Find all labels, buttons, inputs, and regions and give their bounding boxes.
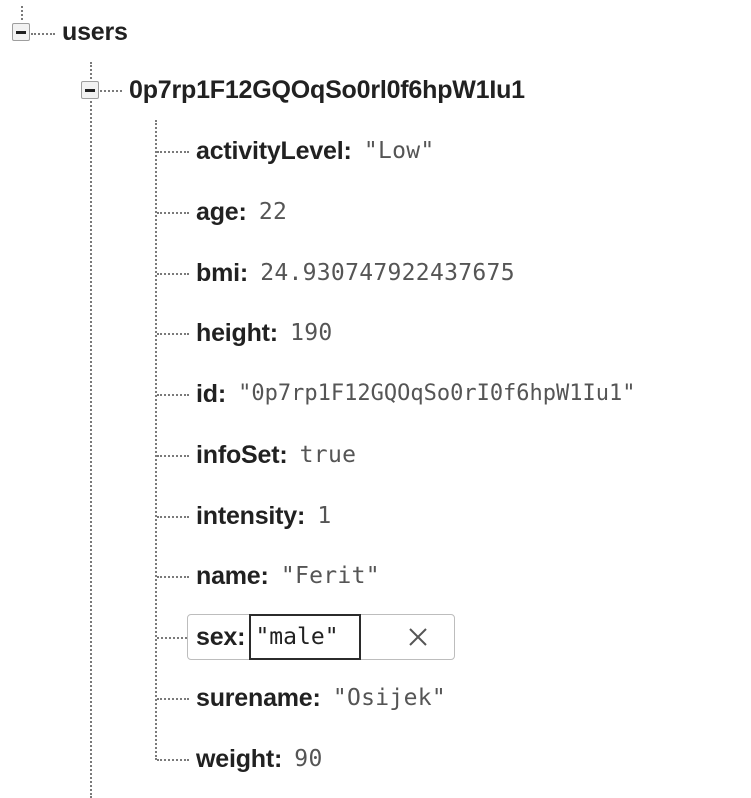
field-key: intensity: [196, 502, 297, 530]
tree-connector: [157, 516, 189, 518]
tree-connector: [90, 62, 92, 798]
field-value[interactable]: 190: [290, 315, 332, 351]
field-key: activityLevel: [196, 137, 344, 165]
tree-connector: [155, 120, 157, 760]
field-key: sex: [196, 622, 238, 651]
field-key: surename: [196, 684, 313, 712]
field-row[interactable]: activityLevel: "Low": [196, 133, 435, 169]
key-colon: :: [343, 137, 352, 165]
key-colon: :: [217, 380, 227, 408]
field-key: age: [196, 198, 239, 226]
value-edit-input[interactable]: [249, 614, 362, 660]
field-row[interactable]: bmi:24.930747922437675: [196, 255, 515, 291]
tree-connector: [157, 151, 189, 153]
field-row[interactable]: infoSet: true: [196, 437, 356, 473]
field-key: infoSet: [196, 441, 280, 469]
key-colon: :: [239, 259, 249, 287]
tree-connector: [157, 333, 189, 335]
field-value[interactable]: "Osijek": [333, 680, 446, 716]
close-icon[interactable]: [405, 624, 431, 650]
field-key: weight: [196, 745, 274, 773]
key-colon: :: [238, 198, 247, 226]
tree-connector: [157, 698, 189, 700]
field-row[interactable]: surename: "Osijek": [196, 680, 446, 716]
field-row[interactable]: name: "Ferit": [196, 558, 380, 594]
tree-connector: [157, 394, 189, 396]
field-row[interactable]: height:190: [196, 315, 333, 351]
field-value[interactable]: 90: [294, 741, 322, 777]
field-value[interactable]: "0p7rp1F12GQOqSo0rI0f6hpW1Iu1": [238, 376, 635, 412]
node-user-record[interactable]: 0p7rp1F12GQOqSo0rl0f6hpW1Iu1: [129, 75, 525, 105]
tree-connector: [157, 759, 189, 761]
collapse-toggle-users[interactable]: [12, 23, 30, 41]
field-key: name: [196, 562, 261, 590]
field-row[interactable]: weight:90: [196, 741, 323, 777]
key-colon: :: [237, 622, 246, 651]
field-key: bmi: [196, 259, 240, 287]
key-colon: :: [269, 319, 279, 347]
field-value[interactable]: 24.930747922437675: [260, 255, 515, 291]
key-colon: :: [273, 745, 283, 773]
field-row[interactable]: intensity:1: [196, 498, 331, 534]
database-tree: users 0p7rp1F12GQOqSo0rl0f6hpW1Iu1 activ…: [0, 0, 751, 798]
collapse-toggle-user-record[interactable]: [81, 81, 99, 99]
tree-connector: [157, 455, 189, 457]
tree-connector: [157, 576, 189, 578]
node-users[interactable]: users: [62, 17, 128, 47]
field-key: id: [196, 380, 218, 408]
field-key: height: [196, 319, 270, 347]
key-colon: :: [260, 562, 269, 590]
key-colon: :: [297, 502, 306, 530]
field-value[interactable]: true: [300, 437, 357, 473]
edit-field-row: sex:: [196, 614, 362, 660]
tree-connector: [21, 6, 23, 20]
tree-connector: [157, 273, 189, 275]
key-colon: :: [312, 684, 321, 712]
field-row[interactable]: id: "0p7rp1F12GQOqSo0rI0f6hpW1Iu1": [196, 376, 636, 412]
tree-connector: [157, 637, 187, 639]
field-value[interactable]: 1: [317, 498, 331, 534]
tree-connector: [157, 212, 189, 214]
tree-connector: [31, 33, 55, 35]
key-colon: :: [279, 441, 288, 469]
field-value[interactable]: "Ferit": [281, 558, 380, 594]
field-value[interactable]: 22: [259, 194, 287, 230]
field-value[interactable]: "Low": [364, 133, 435, 169]
field-row[interactable]: age:22: [196, 194, 287, 230]
tree-connector: [100, 90, 122, 92]
